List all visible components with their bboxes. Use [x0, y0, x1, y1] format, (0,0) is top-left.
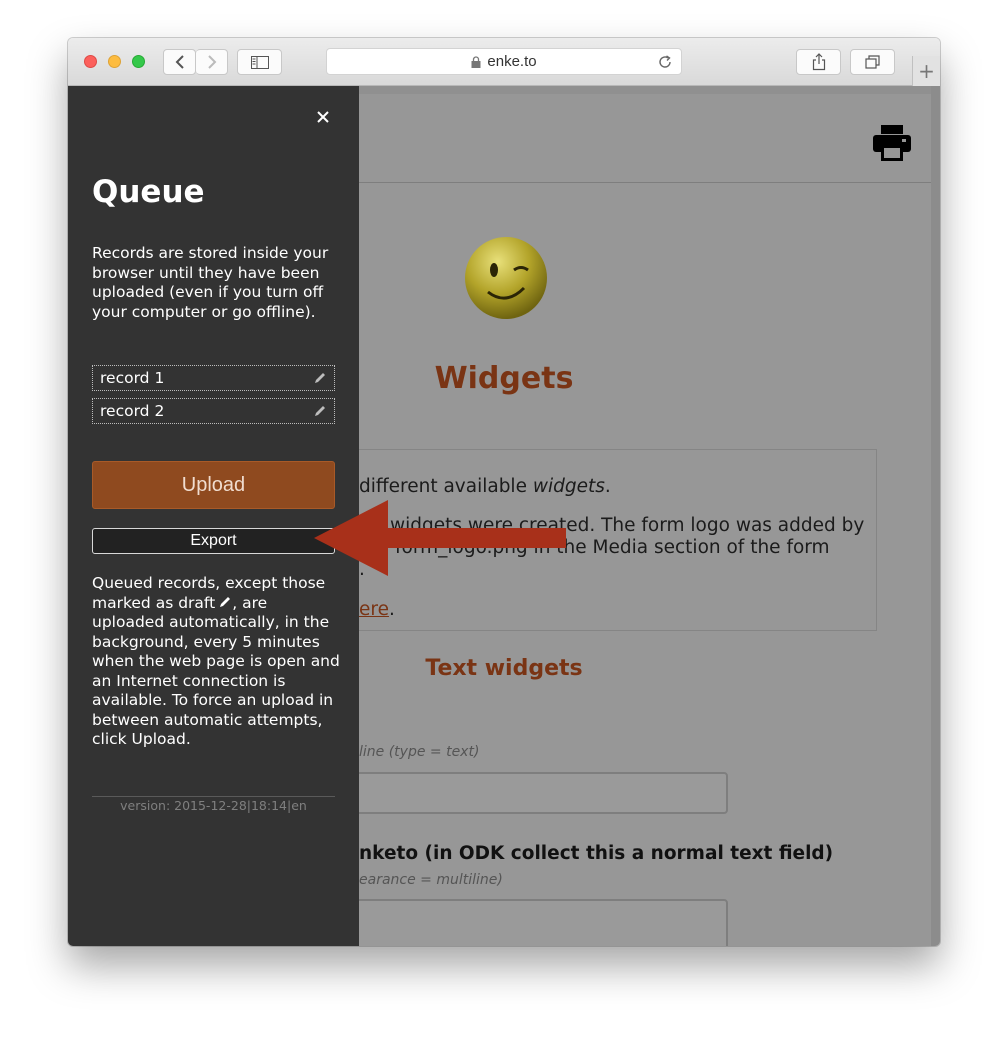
- header-divider: [359, 182, 931, 183]
- title-bar: enke.to +: [68, 38, 940, 86]
- forward-icon: [207, 55, 216, 69]
- share-button[interactable]: [796, 49, 841, 75]
- text-input-1[interactable]: [338, 772, 728, 814]
- tabs-icon: [864, 55, 880, 69]
- page-top-strip: [359, 86, 940, 94]
- textarea-input-2[interactable]: [338, 899, 728, 946]
- panel-divider: [92, 796, 335, 797]
- wink-smiley-logo: [465, 237, 547, 319]
- new-tab-button[interactable]: +: [912, 56, 940, 86]
- export-button[interactable]: Export: [92, 528, 335, 554]
- intro-line-1-emphasis: widgets: [532, 476, 605, 497]
- panel-title: Queue: [92, 174, 205, 210]
- queue-info-text-start: Queued records, except those marked as d…: [92, 574, 326, 612]
- section-title: Text widgets: [425, 656, 583, 681]
- forward-button[interactable]: [196, 49, 228, 75]
- intro-line-1-end: .: [604, 476, 611, 497]
- question-hint-1: line (type = text): [359, 744, 480, 760]
- close-window-button[interactable]: [84, 55, 97, 68]
- pencil-icon: [315, 406, 325, 416]
- intro-line-5: ere.: [359, 599, 395, 620]
- question-label-2: nketo (in ODK collect this a normal text…: [359, 843, 834, 864]
- back-icon: [175, 55, 184, 69]
- sidebar-icon: [250, 55, 269, 69]
- share-icon: [812, 53, 825, 71]
- page-scrollbar-track[interactable]: [931, 86, 940, 946]
- show-tabs-button[interactable]: [850, 49, 895, 75]
- intro-line-1: different available widgets.: [359, 476, 611, 497]
- close-icon: [317, 111, 329, 123]
- print-icon[interactable]: [872, 124, 912, 162]
- record-label: record 2: [100, 402, 165, 420]
- minimize-window-button[interactable]: [108, 55, 121, 68]
- intro-link[interactable]: ere: [359, 599, 389, 620]
- queue-record-item[interactable]: record 1: [92, 365, 335, 391]
- pencil-icon: [220, 596, 231, 607]
- zoom-window-button[interactable]: [132, 55, 145, 68]
- pencil-icon: [315, 373, 325, 383]
- upload-button[interactable]: Upload: [92, 461, 335, 509]
- address-bar[interactable]: enke.to: [326, 48, 682, 75]
- url-text: enke.to: [487, 53, 537, 70]
- question-hint-2: earance = multiline): [359, 872, 503, 888]
- browser-window: enke.to + Widgets different available wi…: [68, 38, 940, 946]
- lock-icon: [471, 55, 481, 68]
- intro-line-5-end: .: [388, 599, 395, 620]
- queue-record-item[interactable]: record 2: [92, 398, 335, 424]
- back-button[interactable]: [163, 49, 196, 75]
- record-label: record 1: [100, 369, 165, 387]
- sidebar-toggle-button[interactable]: [237, 49, 282, 75]
- intro-line-1-text: different available: [359, 476, 533, 497]
- form-title: Widgets: [434, 361, 574, 396]
- queue-info-text: Queued records, except those marked as d…: [92, 574, 340, 750]
- reload-icon[interactable]: [657, 54, 673, 70]
- version-text: version: 2015-12-28|18:14|en: [120, 798, 307, 813]
- queue-info-text-end: , are uploaded automatically, in the bac…: [92, 593, 340, 749]
- close-panel-button[interactable]: [312, 106, 334, 128]
- red-arrow-annotation: [314, 500, 566, 576]
- panel-description: Records are stored inside your browser u…: [92, 244, 329, 321]
